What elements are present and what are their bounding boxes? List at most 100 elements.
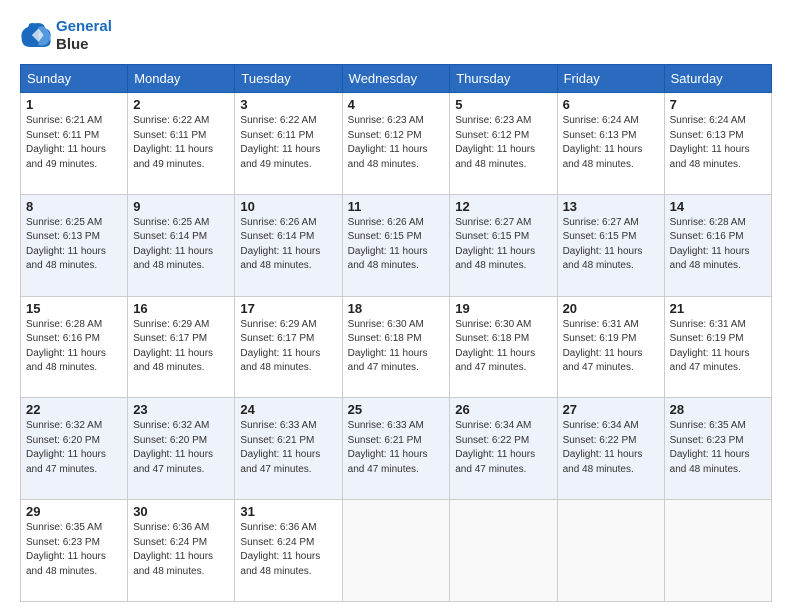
logo: General Blue [20,18,112,54]
day-info: Sunrise: 6:29 AM Sunset: 6:17 PM Dayligh… [240,318,336,376]
day-number: 1 [26,97,122,112]
day-info: Sunrise: 6:25 AM Sunset: 6:13 PM Dayligh… [26,216,122,274]
calendar-cell: 15 Sunrise: 6:28 AM Sunset: 6:16 PM Dayl… [21,296,128,398]
day-info: Sunrise: 6:21 AM Sunset: 6:11 PM Dayligh… [26,114,122,172]
day-info: Sunrise: 6:30 AM Sunset: 6:18 PM Dayligh… [455,318,551,376]
day-info: Sunrise: 6:36 AM Sunset: 6:24 PM Dayligh… [133,521,229,579]
logo-text: General Blue [56,18,112,54]
day-number: 5 [455,97,551,112]
day-number: 29 [26,504,122,519]
weekday-header-tuesday: Tuesday [235,65,342,93]
calendar-cell: 1 Sunrise: 6:21 AM Sunset: 6:11 PM Dayli… [21,93,128,195]
calendar-cell: 13 Sunrise: 6:27 AM Sunset: 6:15 PM Dayl… [557,194,664,296]
day-number: 31 [240,504,336,519]
calendar-cell: 30 Sunrise: 6:36 AM Sunset: 6:24 PM Dayl… [128,500,235,602]
day-info: Sunrise: 6:28 AM Sunset: 6:16 PM Dayligh… [26,318,122,376]
calendar-cell: 28 Sunrise: 6:35 AM Sunset: 6:23 PM Dayl… [664,398,771,500]
calendar-cell: 25 Sunrise: 6:33 AM Sunset: 6:21 PM Dayl… [342,398,450,500]
day-number: 30 [133,504,229,519]
day-number: 11 [348,199,445,214]
weekday-header-thursday: Thursday [450,65,557,93]
day-info: Sunrise: 6:35 AM Sunset: 6:23 PM Dayligh… [26,521,122,579]
weekday-header-saturday: Saturday [664,65,771,93]
calendar-cell: 23 Sunrise: 6:32 AM Sunset: 6:20 PM Dayl… [128,398,235,500]
day-info: Sunrise: 6:36 AM Sunset: 6:24 PM Dayligh… [240,521,336,579]
calendar-cell: 4 Sunrise: 6:23 AM Sunset: 6:12 PM Dayli… [342,93,450,195]
calendar-cell: 9 Sunrise: 6:25 AM Sunset: 6:14 PM Dayli… [128,194,235,296]
day-info: Sunrise: 6:34 AM Sunset: 6:22 PM Dayligh… [455,419,551,477]
calendar-cell: 17 Sunrise: 6:29 AM Sunset: 6:17 PM Dayl… [235,296,342,398]
week-row-5: 29 Sunrise: 6:35 AM Sunset: 6:23 PM Dayl… [21,500,772,602]
day-info: Sunrise: 6:22 AM Sunset: 6:11 PM Dayligh… [240,114,336,172]
day-info: Sunrise: 6:28 AM Sunset: 6:16 PM Dayligh… [670,216,766,274]
calendar-cell: 14 Sunrise: 6:28 AM Sunset: 6:16 PM Dayl… [664,194,771,296]
calendar-cell: 31 Sunrise: 6:36 AM Sunset: 6:24 PM Dayl… [235,500,342,602]
calendar-page: General Blue SundayMondayTuesdayWednesda… [0,0,792,612]
day-info: Sunrise: 6:23 AM Sunset: 6:12 PM Dayligh… [348,114,445,172]
calendar-cell: 27 Sunrise: 6:34 AM Sunset: 6:22 PM Dayl… [557,398,664,500]
calendar-cell [342,500,450,602]
calendar-cell: 2 Sunrise: 6:22 AM Sunset: 6:11 PM Dayli… [128,93,235,195]
calendar-cell: 7 Sunrise: 6:24 AM Sunset: 6:13 PM Dayli… [664,93,771,195]
day-info: Sunrise: 6:33 AM Sunset: 6:21 PM Dayligh… [240,419,336,477]
day-number: 23 [133,402,229,417]
calendar-cell: 11 Sunrise: 6:26 AM Sunset: 6:15 PM Dayl… [342,194,450,296]
calendar-cell: 19 Sunrise: 6:30 AM Sunset: 6:18 PM Dayl… [450,296,557,398]
calendar-cell: 29 Sunrise: 6:35 AM Sunset: 6:23 PM Dayl… [21,500,128,602]
calendar-cell: 6 Sunrise: 6:24 AM Sunset: 6:13 PM Dayli… [557,93,664,195]
day-number: 15 [26,301,122,316]
day-info: Sunrise: 6:23 AM Sunset: 6:12 PM Dayligh… [455,114,551,172]
weekday-header-row: SundayMondayTuesdayWednesdayThursdayFrid… [21,65,772,93]
day-number: 22 [26,402,122,417]
weekday-header-monday: Monday [128,65,235,93]
day-info: Sunrise: 6:29 AM Sunset: 6:17 PM Dayligh… [133,318,229,376]
header: General Blue [20,18,772,54]
day-info: Sunrise: 6:35 AM Sunset: 6:23 PM Dayligh… [670,419,766,477]
day-info: Sunrise: 6:26 AM Sunset: 6:14 PM Dayligh… [240,216,336,274]
calendar-cell: 10 Sunrise: 6:26 AM Sunset: 6:14 PM Dayl… [235,194,342,296]
calendar-cell: 8 Sunrise: 6:25 AM Sunset: 6:13 PM Dayli… [21,194,128,296]
day-info: Sunrise: 6:33 AM Sunset: 6:21 PM Dayligh… [348,419,445,477]
day-number: 28 [670,402,766,417]
calendar-cell [450,500,557,602]
logo-icon [20,20,52,52]
day-number: 14 [670,199,766,214]
day-number: 19 [455,301,551,316]
calendar-cell: 26 Sunrise: 6:34 AM Sunset: 6:22 PM Dayl… [450,398,557,500]
day-info: Sunrise: 6:26 AM Sunset: 6:15 PM Dayligh… [348,216,445,274]
day-info: Sunrise: 6:25 AM Sunset: 6:14 PM Dayligh… [133,216,229,274]
week-row-3: 15 Sunrise: 6:28 AM Sunset: 6:16 PM Dayl… [21,296,772,398]
day-number: 7 [670,97,766,112]
week-row-4: 22 Sunrise: 6:32 AM Sunset: 6:20 PM Dayl… [21,398,772,500]
day-number: 10 [240,199,336,214]
day-number: 4 [348,97,445,112]
day-number: 18 [348,301,445,316]
day-number: 20 [563,301,659,316]
day-number: 12 [455,199,551,214]
calendar-cell [664,500,771,602]
weekday-header-wednesday: Wednesday [342,65,450,93]
day-info: Sunrise: 6:32 AM Sunset: 6:20 PM Dayligh… [26,419,122,477]
calendar-cell [557,500,664,602]
day-number: 2 [133,97,229,112]
day-number: 25 [348,402,445,417]
week-row-1: 1 Sunrise: 6:21 AM Sunset: 6:11 PM Dayli… [21,93,772,195]
calendar-cell: 3 Sunrise: 6:22 AM Sunset: 6:11 PM Dayli… [235,93,342,195]
calendar-cell: 22 Sunrise: 6:32 AM Sunset: 6:20 PM Dayl… [21,398,128,500]
day-number: 21 [670,301,766,316]
day-info: Sunrise: 6:31 AM Sunset: 6:19 PM Dayligh… [670,318,766,376]
day-number: 13 [563,199,659,214]
day-number: 9 [133,199,229,214]
day-info: Sunrise: 6:32 AM Sunset: 6:20 PM Dayligh… [133,419,229,477]
day-number: 26 [455,402,551,417]
calendar-cell: 16 Sunrise: 6:29 AM Sunset: 6:17 PM Dayl… [128,296,235,398]
calendar-cell: 24 Sunrise: 6:33 AM Sunset: 6:21 PM Dayl… [235,398,342,500]
day-number: 16 [133,301,229,316]
weekday-header-sunday: Sunday [21,65,128,93]
day-number: 17 [240,301,336,316]
day-info: Sunrise: 6:24 AM Sunset: 6:13 PM Dayligh… [563,114,659,172]
day-info: Sunrise: 6:34 AM Sunset: 6:22 PM Dayligh… [563,419,659,477]
day-info: Sunrise: 6:27 AM Sunset: 6:15 PM Dayligh… [455,216,551,274]
day-info: Sunrise: 6:30 AM Sunset: 6:18 PM Dayligh… [348,318,445,376]
day-info: Sunrise: 6:24 AM Sunset: 6:13 PM Dayligh… [670,114,766,172]
